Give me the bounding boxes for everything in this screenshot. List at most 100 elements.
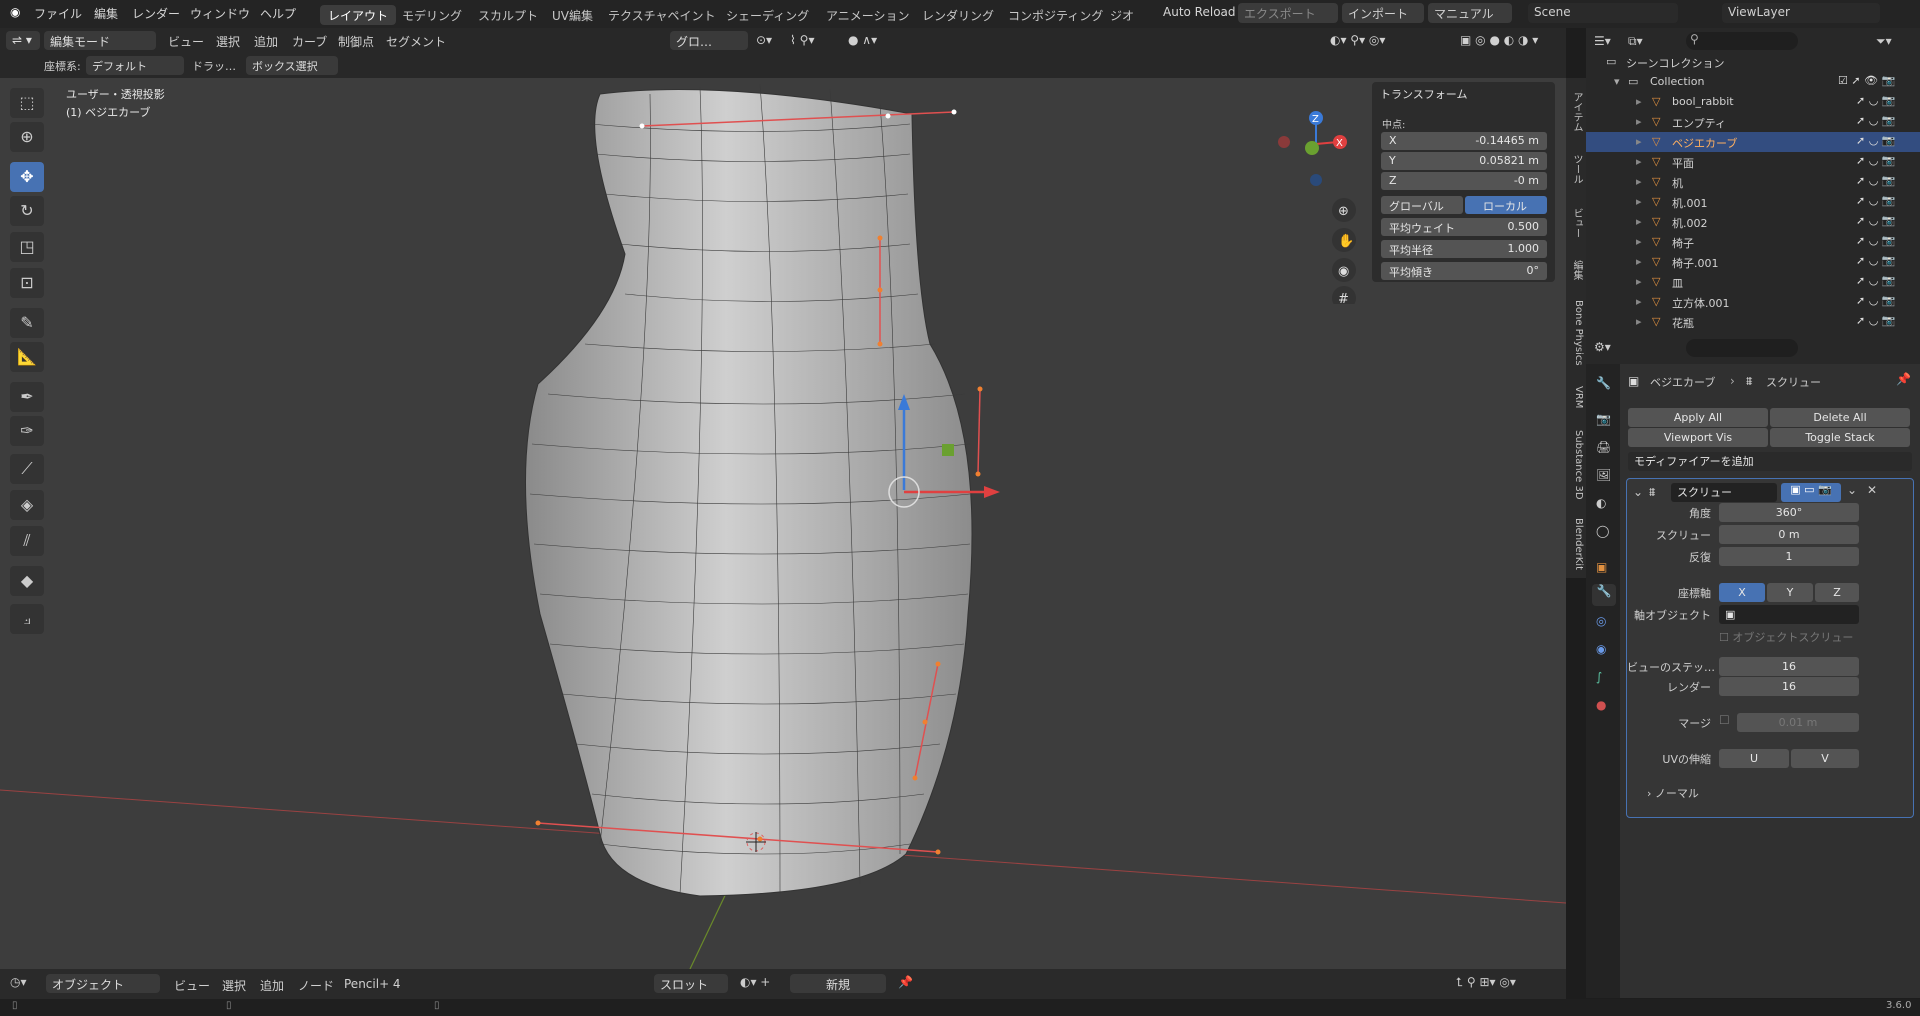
viewport-steps-field[interactable]: 16 <box>1719 657 1859 676</box>
expand-icon[interactable]: ▸ <box>1636 275 1642 288</box>
expand-icon[interactable]: ▸ <box>1636 175 1642 188</box>
select-box-tool[interactable]: ⬚ <box>10 88 44 118</box>
transform-tool[interactable]: ⊡ <box>10 268 44 298</box>
annotate-tool[interactable]: ✎ <box>10 308 44 338</box>
expand-icon[interactable]: ▸ <box>1636 95 1642 108</box>
collection-row[interactable]: ▾ ▭ Collection ☑ ➚ 👁 📷 <box>1586 72 1920 92</box>
scene-tab-icon[interactable]: ◐ <box>1596 496 1606 510</box>
iterations-field[interactable]: 1 <box>1719 547 1859 566</box>
outliner-row[interactable]: ▸ ▽ ベジエカーブ ➚ ◡ 📷 <box>1586 132 1920 152</box>
overlay-icons[interactable]: ◐▾ ⚲▾ ◎▾ <box>1330 33 1385 47</box>
visibility-icons[interactable]: ➚ ◡ 📷 <box>1856 134 1896 147</box>
side-tab-bone-physics[interactable]: Bone Physics <box>1568 300 1584 366</box>
visibility-icons[interactable]: ➚ ◡ 📷 <box>1856 194 1896 207</box>
editor-type-button[interactable]: ⇌ ▾ <box>6 31 40 50</box>
side-tab-tool[interactable]: ツール <box>1568 154 1584 184</box>
median-z-field[interactable]: Z -0 m <box>1381 172 1547 190</box>
collapse-icon[interactable]: ⌄ <box>1633 485 1643 499</box>
side-tab-edit[interactable]: 編集 <box>1568 260 1584 280</box>
side-tab-view[interactable]: ビュー <box>1568 208 1584 238</box>
expand-icon[interactable]: ▸ <box>1636 215 1642 228</box>
import-button[interactable]: インポート <box>1342 3 1424 23</box>
visibility-icons[interactable]: ➚ ◡ 📷 <box>1856 294 1896 307</box>
output-tab-icon[interactable]: 🖨 <box>1596 440 1611 454</box>
visibility-icons[interactable]: ➚ ◡ 📷 <box>1856 254 1896 267</box>
scale-tool[interactable]: ◳ <box>10 232 44 262</box>
box-select-dropdown[interactable]: ボックス選択 <box>246 56 338 75</box>
blender-logo-icon[interactable]: ◉ <box>10 5 20 19</box>
side-tab-blenderkit[interactable]: BlenderKit <box>1568 518 1584 570</box>
angle-field[interactable]: 360° <box>1719 503 1859 522</box>
properties-search-input[interactable] <box>1686 339 1798 357</box>
auto-reload-button[interactable]: Auto Reload <box>1163 5 1236 19</box>
modifier-menu-icon[interactable]: ⌄ <box>1847 483 1857 497</box>
move-tool[interactable]: ✥ <box>10 162 44 192</box>
shear-tool[interactable]: ⟓ <box>10 604 44 634</box>
outliner-row[interactable]: ▸ ▽ 椅子.001 ➚ ◡ 📷 <box>1586 252 1920 272</box>
outliner-row[interactable]: ▸ ▽ 机.001 ➚ ◡ 📷 <box>1586 192 1920 212</box>
tab-layout[interactable]: レイアウト <box>320 5 397 25</box>
view-layer-selector[interactable]: ViewLayer <box>1722 3 1880 23</box>
modifier-name-input[interactable]: スクリュー <box>1671 483 1777 502</box>
object-screw-checkbox[interactable]: ☐ オブジェクトスクリュー <box>1719 629 1853 645</box>
pivot-icon[interactable]: ⊙▾ <box>756 33 772 47</box>
outliner-row[interactable]: ▸ ▽ 椅子 ➚ ◡ 📷 <box>1586 232 1920 252</box>
particles-tab-icon[interactable]: ◎ <box>1596 614 1606 628</box>
object-tab-icon[interactable]: ▣ <box>1596 560 1607 574</box>
menu-node[interactable]: ノード <box>298 977 334 994</box>
tab-compositing[interactable]: コンポジティング <box>1000 5 1111 25</box>
outliner-row[interactable]: ▸ ▽ 机 ➚ ◡ 📷 <box>1586 172 1920 192</box>
tab-shading[interactable]: シェーディング <box>718 5 817 25</box>
physics-tab-icon[interactable]: ◉ <box>1596 642 1606 656</box>
render-steps-field[interactable]: 16 <box>1719 677 1859 696</box>
outliner-row[interactable]: ▸ ▽ 立方体.001 ➚ ◡ 📷 <box>1586 292 1920 312</box>
median-x-field[interactable]: X -0.14465 m <box>1381 132 1547 150</box>
new-material-button[interactable]: 新規 <box>790 974 886 993</box>
menu-view[interactable]: ビュー <box>168 33 204 50</box>
draw-tool[interactable]: ✒ <box>10 382 44 412</box>
pencil-plus-menu[interactable]: Pencil+ 4 <box>344 977 401 991</box>
tool-tab-icon[interactable]: 🔧 <box>1596 376 1611 390</box>
visibility-icons[interactable]: ➚ ◡ 📷 <box>1856 214 1896 227</box>
expand-icon[interactable]: ▸ <box>1636 235 1642 248</box>
outliner-row[interactable]: ▸ ▽ 皿 ➚ ◡ 📷 <box>1586 272 1920 292</box>
menu-select[interactable]: 選択 <box>222 977 246 994</box>
menu-file[interactable]: ファイル <box>34 5 82 22</box>
material-browse-icon[interactable]: ◐▾ + <box>740 975 770 989</box>
tab-texture-paint[interactable]: テクスチャペイント <box>600 5 724 25</box>
mean-tilt-field[interactable]: 平均傾き 0° <box>1381 262 1547 280</box>
visibility-icons[interactable]: ➚ ◡ 📷 <box>1856 314 1896 327</box>
filter-icon[interactable]: ⏷▾ <box>1876 34 1892 49</box>
toggle-stack-button[interactable]: Toggle Stack <box>1770 428 1910 447</box>
editor-type-icon[interactable]: ◷▾ <box>10 975 27 989</box>
outliner-row[interactable]: ▸ ▽ bool_rabbit ➚ ◡ 📷 <box>1586 92 1920 112</box>
uv-v-toggle[interactable]: V <box>1791 749 1859 768</box>
cursor-tool[interactable]: ⊕ <box>10 122 44 152</box>
visibility-icons[interactable]: ➚ ◡ 📷 <box>1856 234 1896 247</box>
pen-tool[interactable]: ✑ <box>10 416 44 446</box>
radius-tool[interactable]: ◈ <box>10 490 44 520</box>
expand-icon[interactable]: ▸ <box>1636 195 1642 208</box>
scene-collection-row[interactable]: ▭ シーンコレクション <box>1586 52 1920 72</box>
menu-add[interactable]: 追加 <box>260 977 284 994</box>
view-layer-tab-icon[interactable]: 🖼 <box>1596 468 1611 482</box>
outliner-row[interactable]: ▸ ▽ 花瓶 ➚ ◡ 📷 <box>1586 312 1920 332</box>
modifier-visibility-toggles[interactable]: ▣ ▭ 📷 <box>1781 483 1841 502</box>
expand-icon[interactable]: ▸ <box>1636 115 1642 128</box>
visibility-icons[interactable]: ➚ ◡ 📷 <box>1856 154 1896 167</box>
snap-icon[interactable]: ⌇ ⚲▾ <box>790 33 815 47</box>
screw-field[interactable]: 0 m <box>1719 525 1859 544</box>
snap-toggle-icons[interactable]: ⮤ ⚲ ⊞▾ ◎▾ <box>1456 975 1516 990</box>
menu-view[interactable]: ビュー <box>174 977 210 994</box>
menu-edit[interactable]: 編集 <box>94 5 118 22</box>
proportional-edit-icon[interactable]: ● ∧▾ <box>848 33 877 47</box>
uv-u-toggle[interactable]: U <box>1719 749 1789 768</box>
tilt-tool[interactable]: ⫽ <box>10 526 44 556</box>
axis-x-toggle[interactable]: X <box>1719 583 1765 602</box>
normals-subpanel[interactable]: › ノーマル <box>1647 785 1699 801</box>
apply-all-button[interactable]: Apply All <box>1628 408 1768 427</box>
pin-icon[interactable]: 📌 <box>898 975 913 989</box>
mean-radius-field[interactable]: 平均半径 1.000 <box>1381 240 1547 258</box>
outliner-row[interactable]: ▸ ▽ エンプティ ➚ ◡ 📷 <box>1586 112 1920 132</box>
slot-dropdown[interactable]: スロット <box>654 974 728 993</box>
